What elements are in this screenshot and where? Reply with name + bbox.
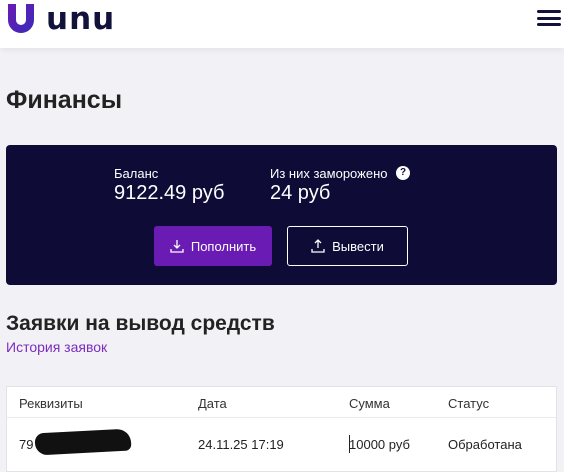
brand-name: unu	[46, 1, 116, 37]
deposit-button[interactable]: Пополнить	[154, 226, 272, 266]
row-details: 79	[19, 437, 34, 452]
history-link[interactable]: История заявок	[6, 339, 107, 355]
frozen-value: 24 руб	[270, 182, 331, 204]
table-header-divider	[7, 417, 556, 418]
download-icon	[170, 240, 184, 253]
withdrawals-table: Реквизиты Дата Сумма Статус 79 24.11.25 …	[6, 386, 557, 472]
column-header-date: Дата	[198, 396, 227, 411]
question-circle-icon[interactable]: ?	[396, 166, 410, 180]
row-status: Обработана	[448, 437, 522, 452]
deposit-button-label: Пополнить	[190, 238, 257, 254]
top-header: unu	[0, 0, 564, 48]
column-header-status: Статус	[448, 396, 490, 411]
column-header-amount: Сумма	[349, 396, 390, 411]
unu-logo-icon	[8, 4, 34, 33]
withdraw-button[interactable]: Вывести	[287, 226, 408, 266]
redaction-mark	[34, 428, 132, 456]
brand-logo[interactable]: unu	[6, 3, 115, 35]
balance-card: Баланс 9122.49 руб Из них заморожено ? 2…	[6, 145, 557, 285]
frozen-label: Из них заморожено	[270, 166, 388, 181]
hamburger-menu-icon[interactable]	[537, 10, 561, 28]
column-header-details: Реквизиты	[19, 396, 83, 411]
page-title: Финансы	[6, 86, 123, 114]
withdraw-button-label: Вывести	[332, 238, 384, 254]
balance-value: 9122.49 руб	[114, 182, 225, 204]
withdrawals-title: Заявки на вывод средств	[6, 312, 275, 335]
upload-icon	[311, 239, 325, 253]
row-amount: 10000 руб	[349, 437, 410, 452]
row-date: 24.11.25 17:19	[198, 437, 284, 452]
balance-label: Баланс	[114, 166, 159, 181]
